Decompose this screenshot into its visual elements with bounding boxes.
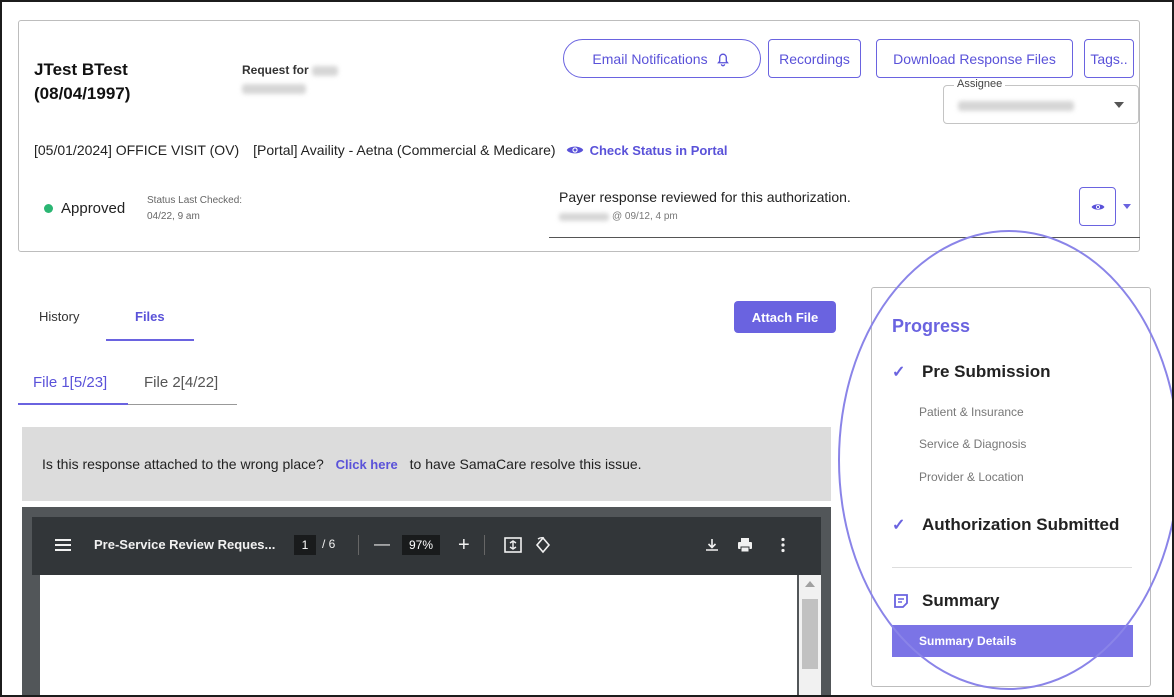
redacted-assignee (958, 101, 1074, 111)
check-icon: ✓ (892, 364, 906, 381)
last-checked-value: 04/22, 9 am (147, 211, 200, 222)
pdf-page-heading-partial (100, 683, 760, 695)
toolbar-separator (484, 535, 485, 555)
active-tab-indicator (106, 339, 194, 341)
substep-patient-insurance[interactable]: Patient & Insurance (919, 405, 1024, 419)
payer-response-message: Payer response reviewed for this authori… (559, 189, 851, 205)
recordings-button[interactable]: Recordings (768, 39, 861, 78)
active-file-tab-indicator (18, 403, 128, 405)
payer-response-meta: @ 09/12, 4 pm (559, 211, 678, 222)
request-header-card: JTest BTest (08/04/1997) Request for Ema… (18, 20, 1140, 252)
caret-down-icon (1114, 102, 1124, 108)
pdf-page-input[interactable]: 1 (294, 535, 316, 555)
redacted-institution (242, 83, 306, 94)
request-for: Request for (242, 63, 339, 95)
pdf-page-total: / 6 (322, 537, 336, 551)
download-icon[interactable] (704, 537, 720, 553)
check-status-link[interactable]: Check Status in Portal (590, 143, 728, 158)
patient-name: JTest BTest (34, 60, 128, 79)
tags-label: Tags.. (1090, 50, 1128, 67)
substep-service-diagnosis[interactable]: Service & Diagnosis (919, 437, 1026, 451)
attach-file-button[interactable]: Attach File (734, 301, 836, 333)
payer-response-divider (549, 237, 1140, 238)
pdf-viewer: Pre-Service Review Reques... 1 / 6 — 97%… (22, 507, 831, 695)
pdf-page (40, 575, 797, 695)
click-here-link[interactable]: Click here (336, 457, 398, 472)
pdf-scrollbar[interactable] (799, 575, 821, 695)
pdf-title: Pre-Service Review Reques... (94, 537, 276, 552)
fit-page-icon[interactable] (504, 537, 522, 553)
tab-history[interactable]: History (39, 309, 79, 324)
bell-icon (716, 53, 729, 66)
redacted-reviewer (559, 212, 609, 221)
scroll-up-arrow[interactable] (805, 581, 815, 587)
caret-down-icon[interactable] (1123, 204, 1131, 209)
toolbar-separator (358, 535, 359, 555)
progress-panel: Progress ✓ Pre Submission Patient & Insu… (871, 287, 1151, 687)
check-icon: ✓ (892, 517, 906, 534)
eye-icon (566, 146, 583, 154)
step-pre-submission[interactable]: ✓ Pre Submission (892, 362, 1050, 382)
visit-line: [05/01/2024] OFFICE VISIT (OV) [Portal] … (34, 142, 728, 158)
request-for-label: Request for (242, 63, 309, 77)
view-response-button[interactable] (1079, 187, 1116, 226)
pdf-zoom-input[interactable]: 97% (402, 535, 440, 555)
progress-title: Progress (892, 316, 971, 336)
status-last-checked: Status Last Checked: 04/22, 9 am (147, 193, 242, 225)
more-options-icon[interactable] (780, 537, 786, 553)
summary-label: Summary (922, 591, 1000, 610)
pdf-toolbar: Pre-Service Review Reques... 1 / 6 — 97%… (32, 517, 821, 575)
payer-response-time: @ 09/12, 4 pm (612, 211, 678, 222)
wrong-place-text: Is this response attached to the wrong p… (42, 456, 642, 472)
file-tab-2[interactable]: File 2[4/22] (144, 374, 218, 391)
download-response-files-button[interactable]: Download Response Files (876, 39, 1073, 78)
email-notifications-button[interactable]: Email Notifications (563, 39, 761, 78)
rotate-icon[interactable] (534, 536, 552, 554)
recordings-label: Recordings (779, 50, 850, 67)
wrong-place-question: Is this response attached to the wrong p… (42, 456, 324, 472)
tags-button[interactable]: Tags.. (1084, 39, 1134, 78)
summary-step[interactable]: Summary (892, 591, 999, 611)
service-text: [05/01/2024] OFFICE VISIT (OV) (34, 142, 240, 158)
substep-provider-location[interactable]: Provider & Location (919, 470, 1024, 484)
file-tab-1[interactable]: File 1[5/23] (33, 374, 107, 391)
tab-files[interactable]: Files (135, 309, 165, 324)
step-authorization-submitted[interactable]: ✓ Authorization Submitted (892, 515, 1119, 535)
summary-icon (894, 594, 908, 608)
wrong-place-banner: Is this response attached to the wrong p… (22, 427, 831, 501)
app-frame: JTest BTest (08/04/1997) Request for Ema… (0, 0, 1174, 697)
portal-text: [Portal] Availity - Aetna (Commercial & … (253, 142, 556, 158)
summary-details-item[interactable]: Summary Details (892, 625, 1133, 657)
last-checked-label: Status Last Checked: (147, 195, 243, 206)
scroll-thumb[interactable] (802, 599, 818, 669)
progress-divider (892, 567, 1132, 568)
zoom-in-button[interactable]: + (458, 535, 470, 555)
assignee-label: Assignee (954, 78, 1006, 90)
menu-icon[interactable] (54, 537, 72, 553)
patient-name-block: JTest BTest (08/04/1997) (34, 58, 130, 106)
step-label: Pre Submission (922, 362, 1051, 381)
email-notifications-label: Email Notifications (592, 50, 708, 67)
status-dot (44, 204, 53, 213)
print-icon[interactable] (736, 536, 754, 554)
eye-icon (1091, 203, 1104, 210)
status-value: Approved (61, 200, 126, 217)
patient-dob: (08/04/1997) (34, 84, 131, 103)
download-response-files-label: Download Response Files (893, 50, 1056, 67)
step-label: Authorization Submitted (922, 515, 1120, 534)
redacted-text (312, 65, 339, 76)
wrong-place-suffix: to have SamaCare resolve this issue. (409, 456, 642, 472)
zoom-out-button[interactable]: — (374, 535, 390, 555)
assignee-select[interactable]: Assignee (943, 78, 1139, 124)
